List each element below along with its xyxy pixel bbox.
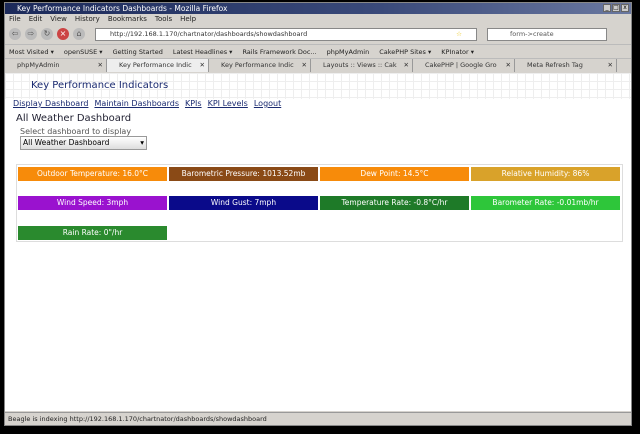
search-text: form->create xyxy=(510,29,554,38)
tab-label: CakePHP | Google Gro xyxy=(425,61,497,69)
tab[interactable]: Key Performance Indic ✕ xyxy=(209,59,311,72)
menu-tools[interactable]: Tools xyxy=(155,14,172,24)
kpi-grid: Outdoor Temperature: 16.0°C Barometric Pr… xyxy=(16,164,623,242)
bookmark-item[interactable]: Most Visited ▾ xyxy=(9,45,54,58)
reload-icon[interactable]: ↻ xyxy=(41,28,53,40)
bookmark-item[interactable]: Getting Started xyxy=(113,45,163,58)
home-icon[interactable]: ⌂ xyxy=(73,28,85,40)
browser-window: Key Performance Indicators Dashboards - … xyxy=(4,2,632,426)
menu-view[interactable]: View xyxy=(50,14,67,24)
kpi-tile: Wind Gust: 7mph xyxy=(169,196,318,210)
tab-label: Key Performance Indic xyxy=(119,61,192,69)
select-label: Select dashboard to display xyxy=(20,127,132,136)
kpi-tile: Outdoor Temperature: 16.0°C xyxy=(18,167,167,181)
nav-logout[interactable]: Logout xyxy=(254,99,281,108)
bookmark-item[interactable]: openSUSE ▾ xyxy=(64,45,103,58)
tab[interactable]: phpMyAdmin ✕ xyxy=(5,59,107,72)
bookmark-item[interactable]: KPInator ▾ xyxy=(441,45,474,58)
close-tab-icon[interactable]: ✕ xyxy=(302,59,307,72)
kpi-tile: Barometer Rate: -0.01mb/hr xyxy=(471,196,620,210)
stop-icon[interactable]: × xyxy=(57,28,69,40)
maximize-button[interactable]: □ xyxy=(612,4,620,12)
nav-maintain-dashboards[interactable]: Maintain Dashboards xyxy=(94,99,179,108)
bookmark-item[interactable]: CakePHP Sites ▾ xyxy=(379,45,431,58)
tab-label: Key Performance Indic xyxy=(221,61,294,69)
menu-file[interactable]: File xyxy=(9,14,21,24)
kpi-tile: Relative Humidity: 86% xyxy=(471,167,620,181)
menu-history[interactable]: History xyxy=(75,14,100,24)
page-content: Key Performance Indicators Display Dashb… xyxy=(5,73,631,411)
close-tab-icon[interactable]: ✕ xyxy=(506,59,511,72)
window-title: Key Performance Indicators Dashboards - … xyxy=(17,4,228,13)
select-value: All Weather Dashboard xyxy=(23,138,110,147)
menu-bar: File Edit View History Bookmarks Tools H… xyxy=(5,14,631,24)
menu-bookmarks[interactable]: Bookmarks xyxy=(108,14,147,24)
tab-label: phpMyAdmin xyxy=(17,61,60,69)
menu-help[interactable]: Help xyxy=(180,14,196,24)
bookmark-item[interactable]: phpMyAdmin xyxy=(327,45,370,58)
close-tab-icon[interactable]: ✕ xyxy=(98,59,103,72)
kpi-tile: Wind Speed: 3mph xyxy=(18,196,167,210)
tab-label: Meta Refresh Tag xyxy=(527,61,583,69)
minimize-button[interactable]: _ xyxy=(603,4,611,12)
nav-display-dashboard[interactable]: Display Dashboard xyxy=(13,99,88,108)
close-button[interactable]: x xyxy=(621,4,629,12)
back-icon[interactable]: ⇦ xyxy=(9,28,21,40)
chevron-down-icon: ▾ xyxy=(140,138,144,147)
tab[interactable]: Meta Refresh Tag ✕ xyxy=(515,59,617,72)
tab[interactable]: Layouts :: Views :: Cak ✕ xyxy=(311,59,413,72)
tab-active[interactable]: Key Performance Indic ✕ xyxy=(107,59,209,72)
tab-bar: phpMyAdmin ✕ Key Performance Indic ✕ Key P… xyxy=(5,58,631,72)
tab-label: Layouts :: Views :: Cak xyxy=(323,61,397,69)
bookmark-item[interactable]: Rails Framework Doc... xyxy=(242,45,316,58)
nav-kpi-levels[interactable]: KPI Levels xyxy=(208,99,248,108)
menu-edit[interactable]: Edit xyxy=(29,14,43,24)
search-input[interactable]: form->create xyxy=(487,27,607,41)
forward-icon[interactable]: ⇨ xyxy=(25,28,37,40)
kpi-tile: Temperature Rate: -0.8°C/hr xyxy=(320,196,469,210)
tab[interactable]: CakePHP | Google Gro ✕ xyxy=(413,59,515,72)
status-bar: Beagle is indexing http://192.168.1.170/… xyxy=(5,412,631,425)
close-tab-icon[interactable]: ✕ xyxy=(200,59,205,72)
kpi-tile: Dew Point: 14.5°C xyxy=(320,167,469,181)
bookmarks-toolbar: Most Visited ▾ openSUSE ▾ Getting Starte… xyxy=(5,44,631,58)
kpi-tile: Barometric Pressure: 1013.52mb xyxy=(169,167,318,181)
close-tab-icon[interactable]: ✕ xyxy=(608,59,613,72)
site-header: Key Performance Indicators xyxy=(5,73,631,99)
url-bar[interactable]: http://192.168.1.170/chartnator/dashboar… xyxy=(95,27,477,41)
dashboard-select[interactable]: All Weather Dashboard ▾ xyxy=(20,136,147,150)
kpi-tile: Rain Rate: 0"/hr xyxy=(18,226,167,240)
bookmark-star-icon[interactable]: ☆ xyxy=(456,29,462,40)
url-text: http://192.168.1.170/chartnator/dashboar… xyxy=(110,29,308,38)
close-tab-icon[interactable]: ✕ xyxy=(404,59,409,72)
main-nav: Display Dashboard Maintain Dashboards KP… xyxy=(5,99,631,108)
bookmark-item[interactable]: Latest Headlines ▾ xyxy=(173,45,233,58)
page-title: All Weather Dashboard xyxy=(16,113,132,124)
title-bar: Key Performance Indicators Dashboards - … xyxy=(5,3,631,14)
navigation-toolbar: ⇦ ⇨ ↻ × ⌂ http://192.168.1.170/chartnato… xyxy=(5,24,631,44)
nav-kpis[interactable]: KPIs xyxy=(185,99,202,108)
